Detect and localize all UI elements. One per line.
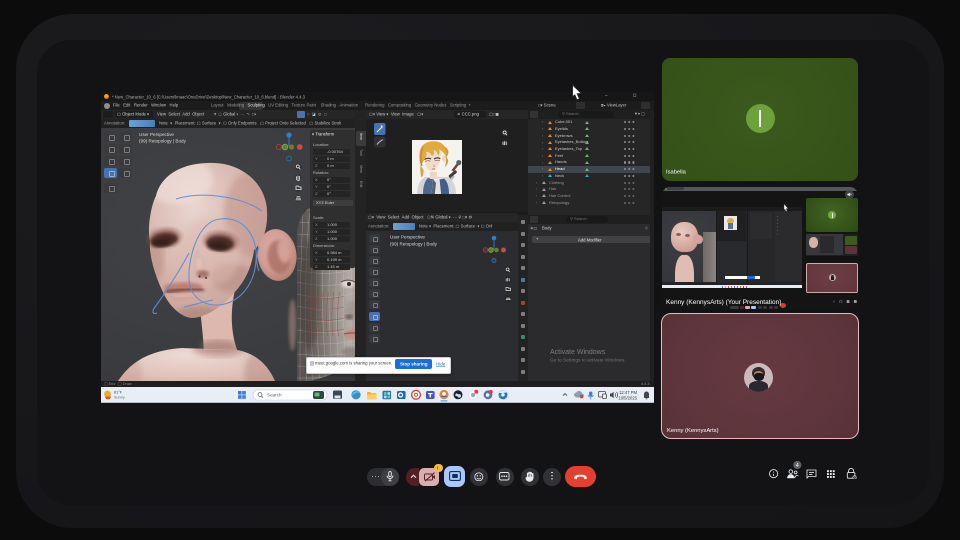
svg-text:12:47 PM: 12:47 PM: [619, 390, 637, 395]
svg-text:(99) Retopology | Body: (99) Retopology | Body: [390, 241, 438, 246]
svg-text:Search: Search: [267, 392, 282, 397]
svg-text:User Perspective: User Perspective: [390, 235, 425, 240]
svg-text:Sunny: Sunny: [114, 396, 125, 400]
svg-text:4: 4: [796, 463, 799, 469]
svg-text:(99) Retopology | Body: (99) Retopology | Body: [139, 139, 187, 144]
svg-text:User Perspective: User Perspective: [139, 132, 174, 137]
svg-text:81°F: 81°F: [114, 391, 123, 395]
svg-text:10/5/2025: 10/5/2025: [618, 395, 637, 400]
